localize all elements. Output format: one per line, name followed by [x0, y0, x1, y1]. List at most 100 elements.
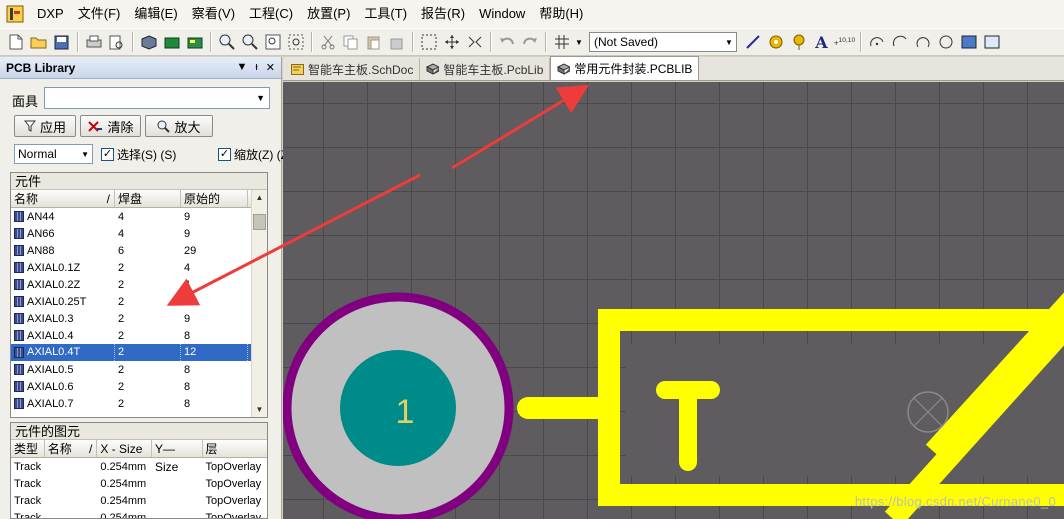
- place-coordinate-icon[interactable]: +10,10: [834, 32, 855, 53]
- component-row[interactable]: AN44 4 9: [11, 208, 267, 225]
- place-line-icon[interactable]: [742, 32, 763, 53]
- zoom-in-icon[interactable]: [216, 32, 237, 53]
- scroll-up-icon[interactable]: ▲: [252, 190, 267, 205]
- print-icon[interactable]: [83, 32, 104, 53]
- component-name-cell: AN66: [11, 228, 115, 240]
- full-circle-icon[interactable]: [935, 32, 956, 53]
- 3d-view-icon[interactable]: [138, 32, 159, 53]
- scroll-down-icon[interactable]: ▼: [252, 402, 267, 417]
- rubber-stamp-icon[interactable]: [386, 32, 407, 53]
- scroll-thumb[interactable]: [253, 214, 266, 230]
- primitive-row[interactable]: Track 0.254mm TopOverlay: [11, 458, 267, 475]
- select-checkbox-label: 选择(S) (S): [117, 148, 177, 162]
- undo-icon[interactable]: [496, 32, 517, 53]
- layer-stack-icon[interactable]: [184, 32, 205, 53]
- menu-place[interactable]: 放置(P): [300, 0, 357, 28]
- panel-menu-icon[interactable]: ▼: [236, 61, 247, 74]
- tab-common-footprints[interactable]: 常用元件封装.PCBLIB: [550, 56, 700, 80]
- pad-designator: 1: [396, 393, 415, 431]
- component-row[interactable]: AXIAL0.1Z 2 4: [11, 259, 267, 276]
- arc-center-icon[interactable]: [866, 32, 887, 53]
- redo-icon[interactable]: [519, 32, 540, 53]
- primitive-type: Track: [14, 511, 42, 519]
- col-xsize-header[interactable]: X - Size: [97, 440, 152, 457]
- board-icon[interactable]: [161, 32, 182, 53]
- col-prim-name-header[interactable]: 名称 /: [45, 440, 98, 457]
- component-chip-icon: [14, 364, 24, 375]
- zoom-out-icon[interactable]: [239, 32, 260, 53]
- saved-state-combo[interactable]: (Not Saved) ▼: [589, 32, 737, 52]
- grid-icon[interactable]: [551, 32, 572, 53]
- move-icon[interactable]: [441, 32, 462, 53]
- component-name-cell: AXIAL0.2Z: [11, 279, 115, 291]
- zoom-selected-icon[interactable]: [285, 32, 306, 53]
- component-row[interactable]: AXIAL0.25T 2 12: [11, 293, 267, 310]
- primitive-row[interactable]: Track 0.254mm TopOverlay: [11, 492, 267, 509]
- mode-select[interactable]: Normal ▼: [14, 144, 93, 164]
- component-row[interactable]: AXIAL0.5 2 8: [11, 361, 267, 378]
- print-preview-icon[interactable]: [106, 32, 127, 53]
- select-checkbox[interactable]: ✓ 选择(S) (S): [101, 146, 176, 163]
- pcb-canvas[interactable]: 1 https://blog.csdn.net/Curnane0_0: [283, 82, 1064, 519]
- select-area-icon[interactable]: [418, 32, 439, 53]
- primitive-row[interactable]: Track 0.254mm TopOverlay: [11, 509, 267, 519]
- col-name-header[interactable]: 名称 /: [11, 190, 115, 207]
- menu-view[interactable]: 察看(V): [185, 0, 242, 28]
- chevron-down-icon[interactable]: ▼: [722, 33, 736, 51]
- component-row[interactable]: AXIAL0.4 2 8: [11, 327, 267, 344]
- zoom-checkmark-icon[interactable]: ✓: [218, 148, 231, 161]
- zoom-button[interactable]: 放大: [145, 115, 213, 137]
- grid-dropdown-icon[interactable]: ▼: [574, 32, 584, 53]
- zoom-fit-icon[interactable]: [262, 32, 283, 53]
- place-string-icon[interactable]: A: [811, 32, 832, 53]
- component-row[interactable]: AXIAL0.3 2 9: [11, 310, 267, 327]
- col-pads-header[interactable]: 焊盘: [115, 190, 181, 207]
- arc-edge-icon[interactable]: [889, 32, 910, 53]
- primitive-row[interactable]: Track 0.254mm TopOverlay: [11, 475, 267, 492]
- close-icon[interactable]: ✕: [266, 61, 275, 74]
- chevron-down-icon[interactable]: ▼: [256, 93, 265, 103]
- deselect-icon[interactable]: [464, 32, 485, 53]
- cut-icon[interactable]: [317, 32, 338, 53]
- polygon-icon[interactable]: [981, 32, 1002, 53]
- open-folder-icon[interactable]: [28, 32, 49, 53]
- fill-icon[interactable]: [958, 32, 979, 53]
- component-row[interactable]: AXIAL0.4T 2 12: [11, 344, 267, 361]
- col-type-header[interactable]: 类型: [11, 440, 45, 457]
- place-pad-icon[interactable]: [765, 32, 786, 53]
- col-ysize-header[interactable]: Y—Size: [152, 440, 203, 474]
- component-row[interactable]: AN88 6 29: [11, 242, 267, 259]
- col-layer-header[interactable]: 层: [203, 440, 267, 457]
- place-via-icon[interactable]: [788, 32, 809, 53]
- apply-button[interactable]: 应用: [14, 115, 76, 137]
- menu-help[interactable]: 帮助(H): [532, 0, 590, 28]
- menu-window[interactable]: Window: [472, 0, 532, 28]
- zoom-checkbox[interactable]: ✓ 缩放(Z) (Z): [218, 146, 292, 163]
- paste-icon[interactable]: [363, 32, 384, 53]
- chevron-down-icon[interactable]: ▼: [81, 150, 92, 159]
- tab-schdoc[interactable]: 智能车主板.SchDoc: [285, 58, 421, 80]
- tab-pcblib[interactable]: 智能车主板.PcbLib: [420, 58, 551, 80]
- mask-input[interactable]: ▼: [44, 87, 270, 109]
- component-row[interactable]: AXIAL0.7 2 8: [11, 395, 267, 412]
- menu-reports[interactable]: 报告(R): [414, 0, 472, 28]
- menu-file[interactable]: 文件(F): [71, 0, 128, 28]
- component-row[interactable]: AXIAL0.2Z 2 4: [11, 276, 267, 293]
- save-icon[interactable]: [51, 32, 72, 53]
- menu-dxp[interactable]: DXP: [30, 0, 71, 28]
- pin-icon[interactable]: ᵻ: [255, 61, 257, 74]
- clear-label: 清除: [107, 119, 134, 135]
- dxp-logo-icon[interactable]: [6, 5, 24, 23]
- copy-icon[interactable]: [340, 32, 361, 53]
- menu-project[interactable]: 工程(C): [242, 0, 300, 28]
- menu-tools[interactable]: 工具(T): [357, 0, 414, 28]
- select-checkmark-icon[interactable]: ✓: [101, 148, 114, 161]
- new-file-icon[interactable]: [5, 32, 26, 53]
- components-scrollbar[interactable]: ▲ ▼: [251, 190, 267, 417]
- clear-button[interactable]: 清除: [80, 115, 141, 137]
- component-row[interactable]: AXIAL0.6 2 8: [11, 378, 267, 395]
- arc-any-icon[interactable]: [912, 32, 933, 53]
- col-primitives-header[interactable]: 原始的: [181, 190, 248, 207]
- component-row[interactable]: AN66 4 9: [11, 225, 267, 242]
- menu-edit[interactable]: 编辑(E): [127, 0, 184, 28]
